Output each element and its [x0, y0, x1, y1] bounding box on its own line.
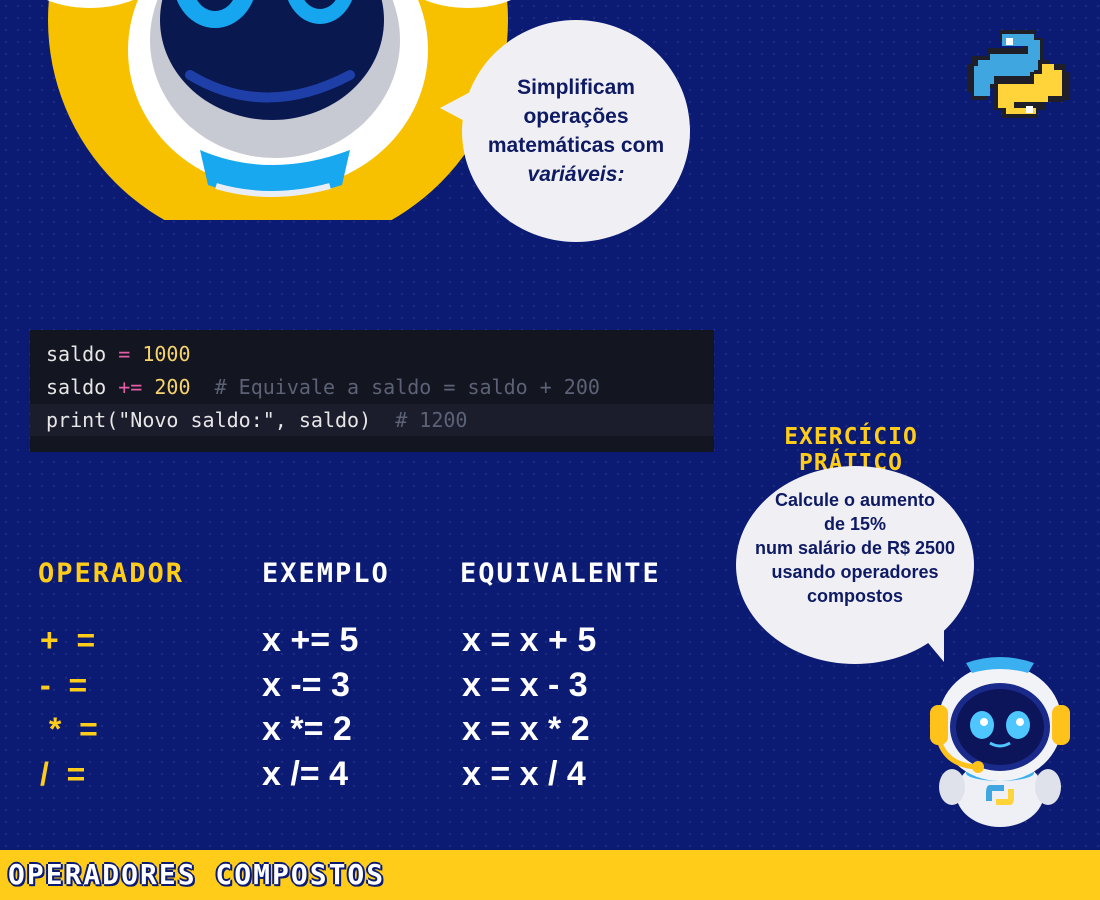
code-token: , saldo) — [274, 408, 372, 432]
bubble-tail — [440, 90, 474, 126]
equivalent-cell: x = x * 2 — [462, 710, 590, 748]
code-token-comment: # Equivale a saldo = saldo + 200 — [190, 375, 600, 399]
code-token-string: "Novo saldo:" — [118, 408, 275, 432]
intro-line-1: Simplificam — [517, 76, 635, 99]
header-example: EXEMPLO — [262, 558, 390, 589]
intro-speech-bubble: Simplificam operações matemáticas com va… — [440, 20, 690, 242]
code-line-3: print("Novo saldo:", saldo) # 1200 — [30, 404, 714, 436]
example-cell: x *= 2 — [262, 710, 352, 748]
equivalent-cell: x = x - 3 — [462, 666, 588, 704]
operator-cell: - = — [40, 667, 88, 703]
code-line-2: saldo += 200 # Equivale a saldo = saldo … — [46, 371, 600, 403]
code-token: print( — [46, 408, 119, 432]
operator-cell: * = — [40, 711, 98, 747]
code-token-comment: # 1200 — [371, 408, 468, 432]
exercise-line-4: usando operadores — [771, 562, 939, 582]
exercise-line-5: compostos — [806, 586, 903, 606]
code-token: saldo — [46, 342, 107, 366]
header-equivalent: EQUIVALENTE — [460, 558, 661, 589]
exercise-speech-bubble: Calcule o aumento de 15% num salário de … — [736, 466, 974, 664]
example-cell: x -= 3 — [262, 666, 350, 704]
example-cell: x /= 4 — [262, 755, 349, 793]
example-cell: x += 5 — [262, 621, 359, 659]
code-token-operator: = — [106, 342, 143, 366]
intro-line-2: operações — [523, 105, 629, 128]
intro-line-4: variáveis: — [527, 163, 625, 186]
intro-line-3: matemáticas com — [487, 134, 665, 157]
footer-banner: OPERADORES COMPOSTOS — [0, 850, 1100, 900]
code-token-number: 200 — [154, 375, 191, 399]
python-logo-icon — [966, 26, 1072, 138]
operator-cell: + = — [40, 622, 96, 658]
robot-mascot-small-icon — [930, 655, 1070, 839]
operator-cell: / = — [40, 756, 86, 792]
code-line-1: saldo = 1000 — [46, 338, 191, 370]
exercise-line-3: num salário de R$ 2500 — [754, 538, 956, 558]
footer-title: OPERADORES COMPOSTOS — [8, 858, 386, 891]
code-token-number: 1000 — [142, 342, 191, 366]
exercise-title-line-1: EXERCÍCIO — [784, 424, 918, 450]
exercise-line-2: de 15% — [823, 514, 887, 534]
equivalent-cell: x = x + 5 — [462, 621, 597, 659]
code-token-operator: += — [106, 375, 155, 399]
header-operator: OPERADOR — [38, 558, 185, 589]
exercise-line-1: Calcule o aumento — [774, 490, 936, 510]
code-token: saldo — [46, 375, 107, 399]
equivalent-cell: x = x / 4 — [462, 755, 586, 793]
code-block: saldo = 1000 saldo += 200 # Equivale a s… — [30, 330, 714, 452]
